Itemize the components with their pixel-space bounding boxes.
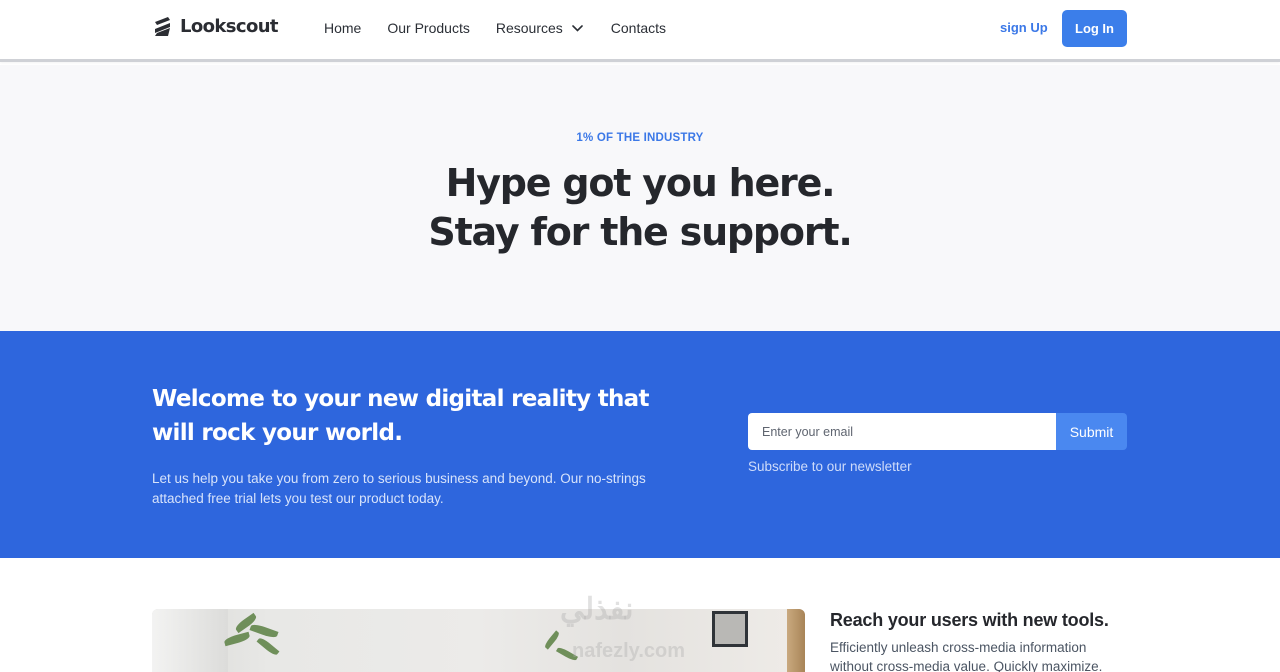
logo-icon xyxy=(155,17,170,36)
watermark-logo: نفذلي xyxy=(560,593,634,626)
photo-shelf xyxy=(787,609,805,672)
hero-headline-line-2: Stay for the support. xyxy=(428,210,852,254)
log-in-button[interactable]: Log In xyxy=(1062,10,1127,47)
feature-title: Reach your users with new tools. xyxy=(830,610,1109,630)
brand-logo[interactable]: Lookscout xyxy=(152,16,279,37)
photo-plant-leaf xyxy=(249,622,279,640)
hero-headline: Hype got you here. Stay for the support. xyxy=(0,159,1280,257)
site-header: Lookscout Home Our Products Resources Co… xyxy=(0,0,1280,62)
photo-curtain xyxy=(152,609,228,672)
hero-headline-line-1: Hype got you here. xyxy=(445,161,836,205)
newsletter-band: Welcome to your new digital reality that… xyxy=(0,331,1280,558)
email-input[interactable] xyxy=(748,413,1057,450)
hero-section: 1% OF THE INDUSTRY Hype got you here. St… xyxy=(0,65,1280,331)
photo-wall-frame xyxy=(712,611,748,647)
chevron-down-icon xyxy=(571,24,583,32)
interior-photo xyxy=(152,609,805,672)
submit-button[interactable]: Submit xyxy=(1056,413,1127,450)
hero-eyebrow: 1% OF THE INDUSTRY xyxy=(576,132,704,144)
feature-description: Efficiently unleash cross-media informat… xyxy=(830,640,1103,672)
watermark-url: nafezly.com xyxy=(572,640,685,662)
nav-home[interactable]: Home xyxy=(324,20,361,36)
main-nav: Home Our Products Resources Contacts xyxy=(324,20,666,36)
nav-our-products[interactable]: Our Products xyxy=(387,20,469,36)
nav-contacts[interactable]: Contacts xyxy=(611,20,666,36)
band-description: Let us help you take you from zero to se… xyxy=(152,471,646,506)
nav-resources-label: Resources xyxy=(495,20,563,36)
band-title: Welcome to your new digital reality that… xyxy=(152,386,650,446)
nav-resources[interactable]: Resources xyxy=(496,20,583,36)
photo-plant-leaf xyxy=(256,636,280,657)
brand-name: Lookscout xyxy=(180,16,279,37)
newsletter-caption: Subscribe to our newsletter xyxy=(748,459,912,474)
sign-up-link[interactable]: sign Up xyxy=(1000,20,1048,35)
